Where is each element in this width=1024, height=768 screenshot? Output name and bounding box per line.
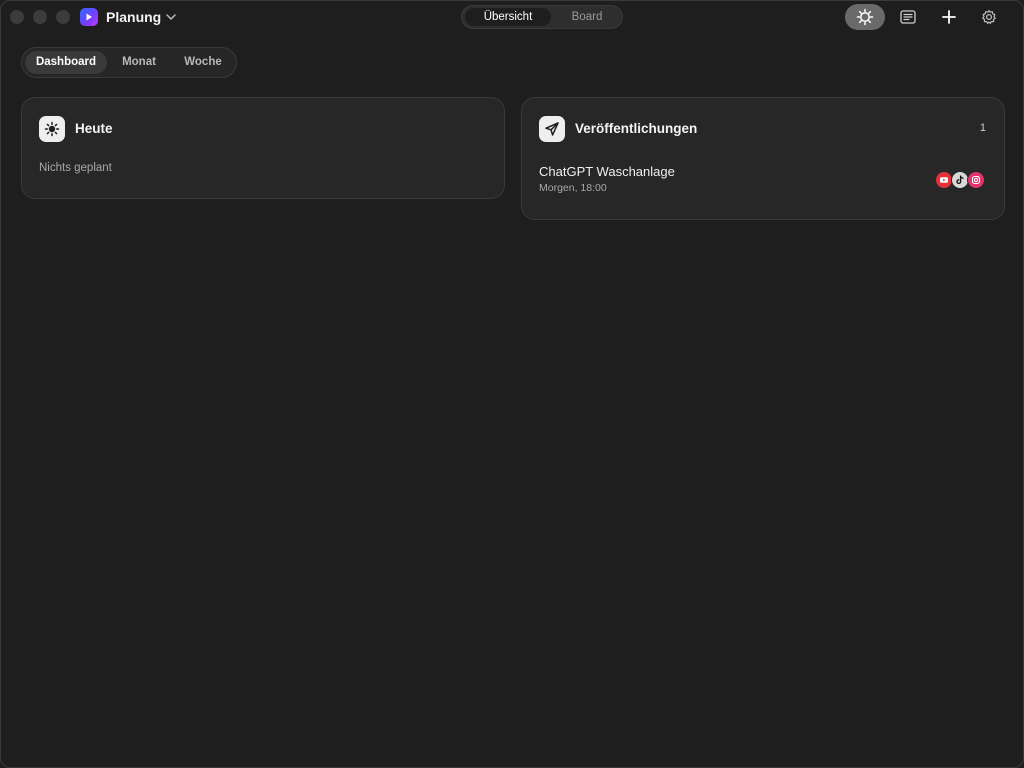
today-card-title: Heute bbox=[75, 121, 113, 136]
publication-time: Morgen, 18:00 bbox=[539, 182, 607, 194]
publications-card-title: Veröffentlichungen bbox=[575, 121, 698, 136]
tab-uebersicht[interactable]: Übersicht bbox=[465, 8, 551, 26]
list-icon bbox=[900, 10, 916, 24]
publication-title: ChatGPT Waschanlage bbox=[539, 164, 675, 179]
toolbar-add-button[interactable] bbox=[929, 4, 969, 30]
publications-count: 1 bbox=[979, 122, 986, 134]
publications-card-icon bbox=[539, 116, 565, 142]
tab-dashboard[interactable]: Dashboard bbox=[25, 51, 107, 74]
instagram-icon bbox=[967, 171, 985, 189]
app-window: Planung Übersicht Board Dashboard Monat … bbox=[0, 0, 1024, 768]
toolbar-list-button[interactable] bbox=[888, 4, 928, 30]
tab-woche[interactable]: Woche bbox=[172, 51, 234, 74]
zoom-window-button[interactable] bbox=[56, 10, 70, 24]
gear-icon bbox=[982, 9, 996, 24]
plus-icon bbox=[942, 10, 956, 24]
platform-badges bbox=[935, 171, 987, 189]
today-empty-text: Nichts geplant bbox=[39, 162, 112, 174]
close-window-button[interactable] bbox=[10, 10, 24, 24]
titlebar: Planung Übersicht Board bbox=[1, 1, 1023, 35]
today-card-icon bbox=[39, 116, 65, 142]
sun-icon bbox=[44, 121, 60, 137]
tab-monat[interactable]: Monat bbox=[110, 51, 168, 74]
app-logo-icon bbox=[80, 8, 98, 26]
list-item[interactable]: ChatGPT Waschanlage Morgen, 18:00 bbox=[539, 164, 987, 196]
app-title[interactable]: Planung bbox=[106, 9, 161, 25]
today-card[interactable]: Heute Nichts geplant bbox=[21, 97, 505, 199]
paper-plane-icon bbox=[545, 122, 559, 136]
toolbar-settings-button[interactable] bbox=[969, 4, 1009, 30]
view-segmented-control: Dashboard Monat Woche bbox=[21, 47, 237, 78]
chevron-down-icon[interactable] bbox=[165, 11, 177, 23]
publications-card[interactable]: Veröffentlichungen 1 ChatGPT Waschanlage… bbox=[521, 97, 1005, 220]
tab-board[interactable]: Board bbox=[554, 8, 620, 26]
sun-icon bbox=[856, 8, 874, 26]
top-segmented-control: Übersicht Board bbox=[461, 5, 623, 29]
minimize-window-button[interactable] bbox=[33, 10, 47, 24]
toolbar-sun-button[interactable] bbox=[845, 4, 885, 30]
